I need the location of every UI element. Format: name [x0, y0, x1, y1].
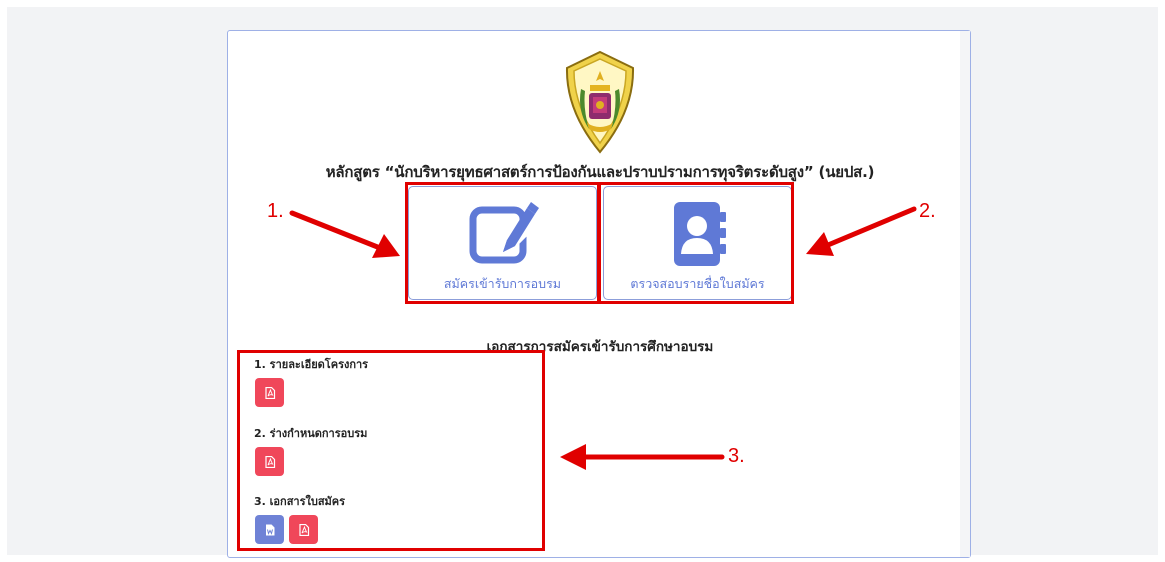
annotation-arrows: [289, 206, 917, 470]
annotation-arrow-2: [806, 206, 917, 256]
annotation-arrow-3: [560, 444, 725, 470]
annotation-arrow-1: [289, 210, 400, 258]
